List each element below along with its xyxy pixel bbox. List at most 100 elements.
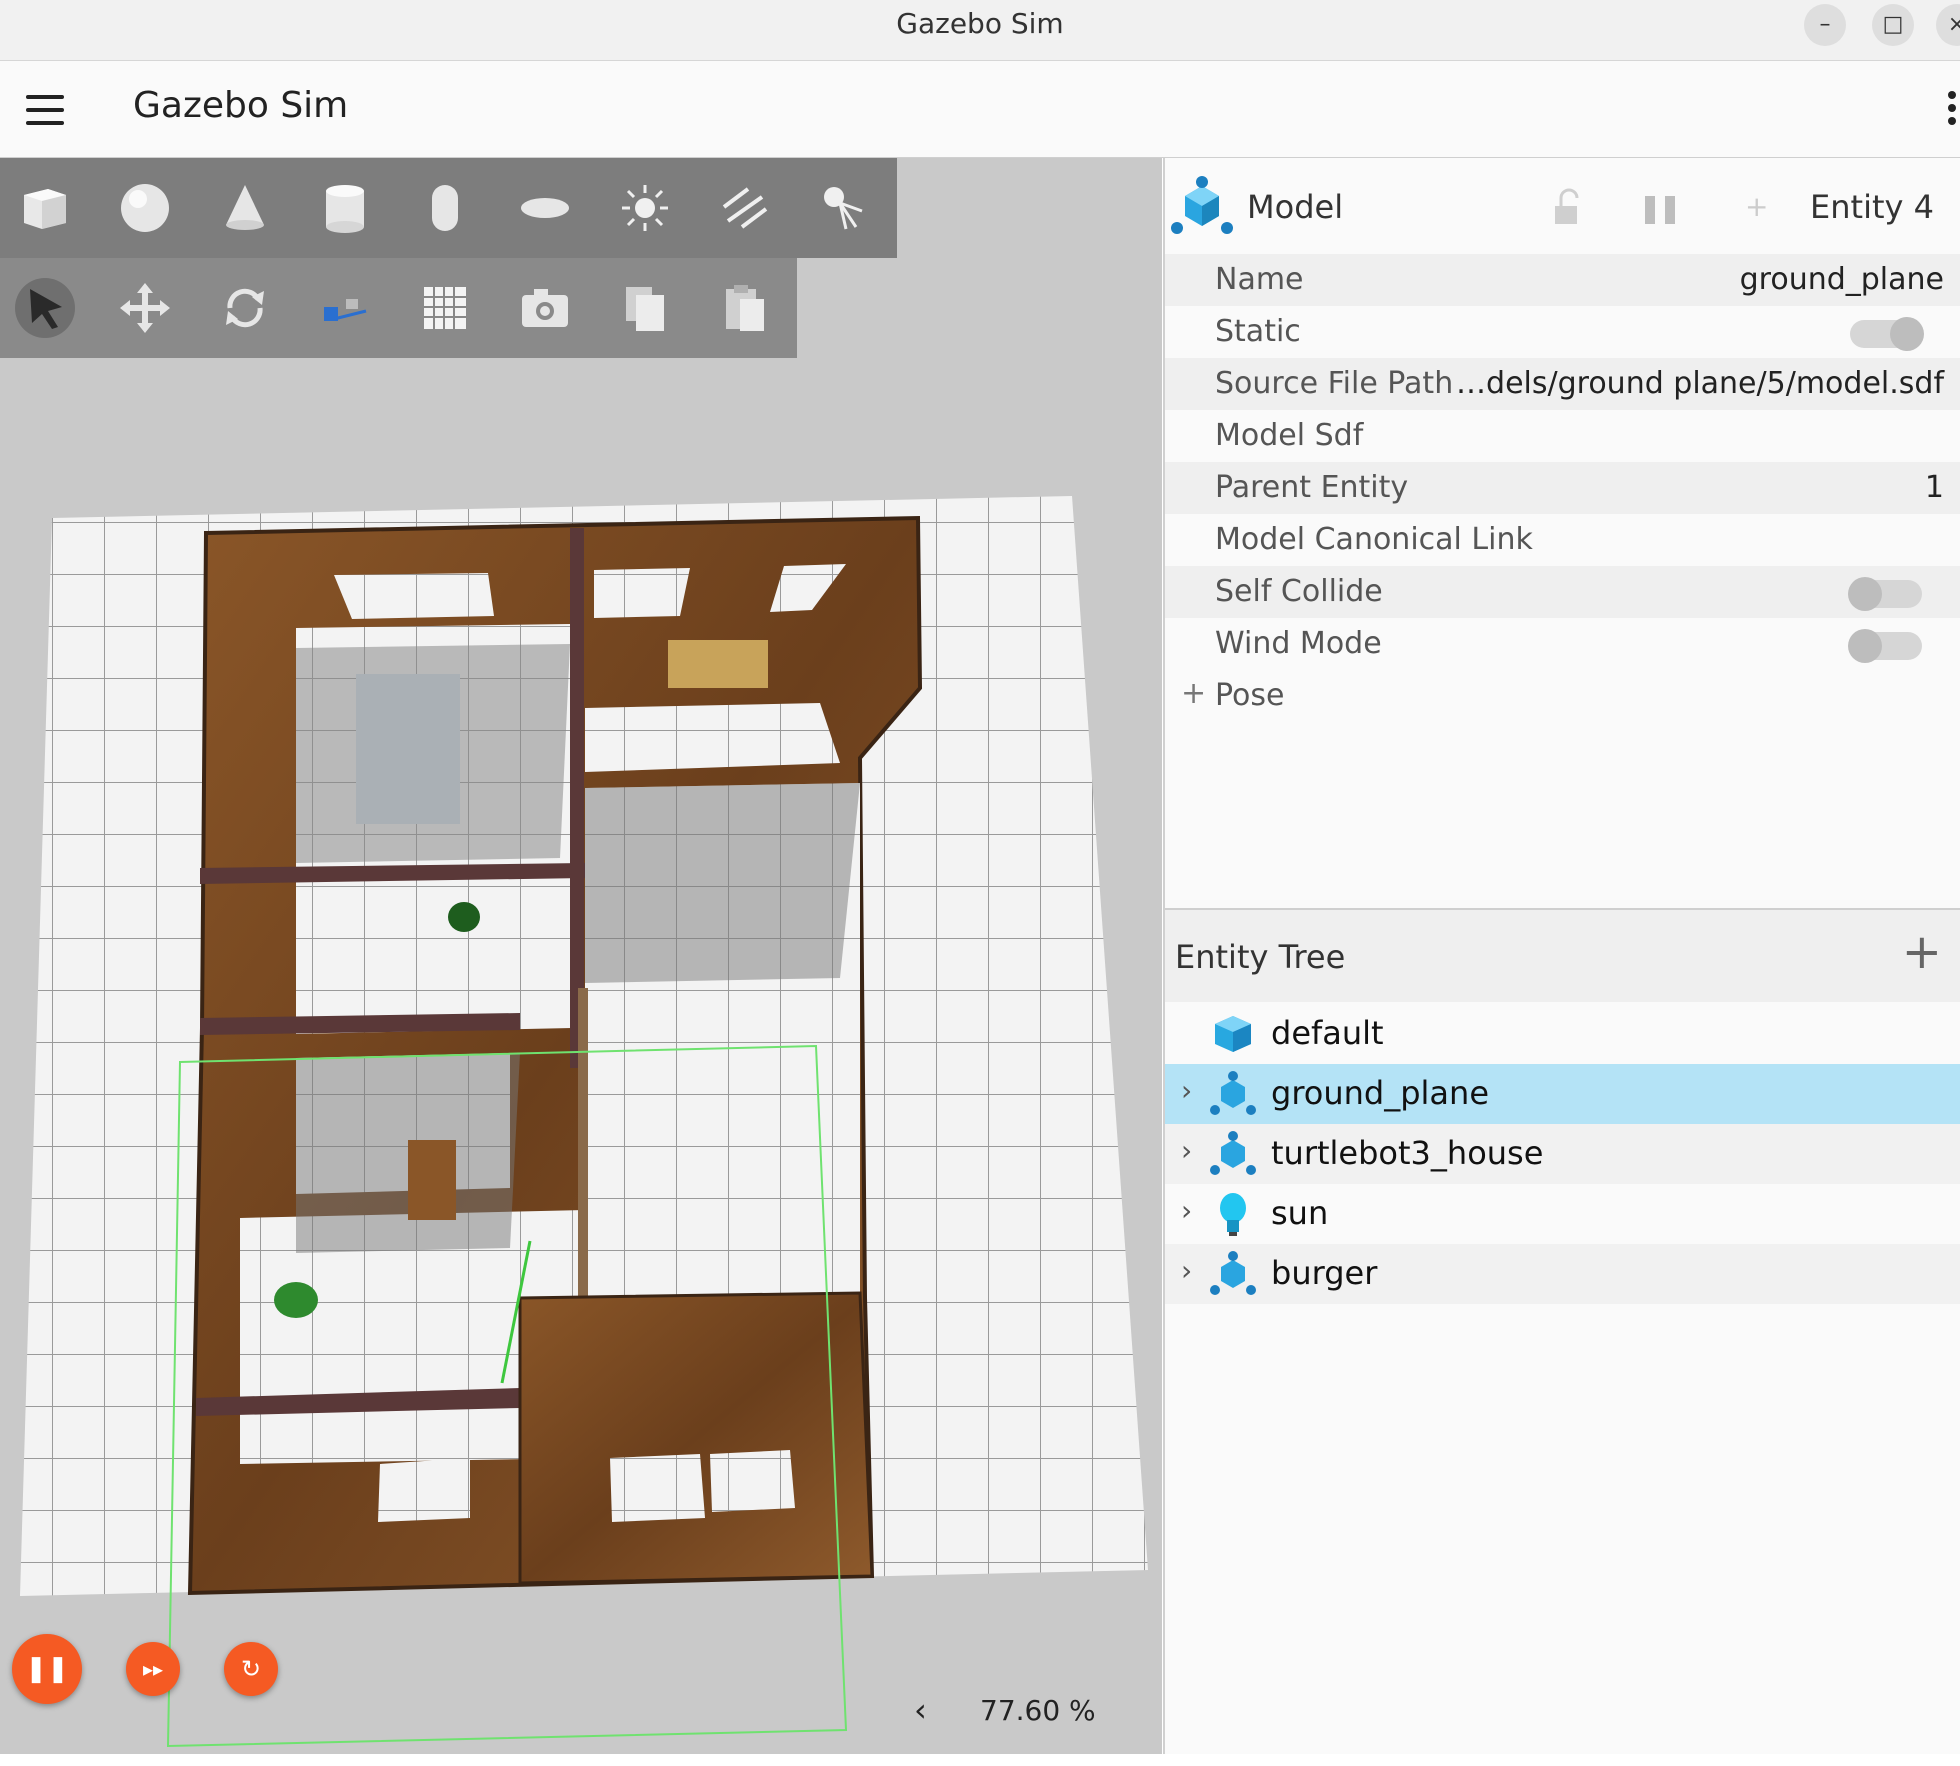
component-row-self-collide: Self Collide — [1165, 566, 1960, 618]
component-row-name: Name ground_plane — [1165, 254, 1960, 306]
expand-pose-icon[interactable]: + — [1181, 676, 1206, 711]
entity-tree-item-turtlebot3-house[interactable]: › turtlebot3_house — [1165, 1124, 1960, 1184]
row-key: Name — [1215, 262, 1304, 297]
parent-entity-value: 1 — [1924, 470, 1944, 505]
chevron-right-icon[interactable]: › — [1181, 1254, 1192, 1287]
ellipsoid-icon[interactable] — [515, 178, 575, 238]
green-object-1 — [448, 902, 480, 932]
rotate-icon[interactable] — [215, 278, 275, 338]
entity-tree-title: Entity Tree — [1175, 938, 1346, 976]
bottom-window-1 — [610, 1454, 705, 1522]
entity-name: default — [1271, 1014, 1384, 1052]
bottom-window-3 — [378, 1458, 470, 1522]
translate-icon[interactable] — [115, 278, 175, 338]
app-bar: Gazebo Sim — [0, 61, 1960, 158]
pose-label: Pose — [1215, 678, 1285, 713]
component-type-label: Model — [1247, 188, 1344, 226]
scene-3d-viewport[interactable]: ❚❚ ▸▸ ↻ ‹ 77.60 % — [0, 158, 1162, 1754]
top-window-1 — [334, 573, 494, 619]
model-icon — [1210, 1131, 1256, 1175]
top-window-2 — [594, 568, 690, 618]
scene-render[interactable] — [0, 158, 1162, 1754]
chevron-right-icon[interactable]: › — [1181, 1194, 1192, 1227]
entity-name: burger — [1271, 1254, 1378, 1292]
green-object-2 — [274, 1282, 318, 1318]
entity-tree-header: Entity Tree + — [1165, 910, 1960, 1002]
wind-mode-toggle[interactable] — [1848, 629, 1922, 663]
row-key: Source File Path — [1215, 366, 1454, 401]
reset-button[interactable]: ↻ — [224, 1642, 278, 1696]
component-row-pose[interactable]: + Pose — [1165, 670, 1960, 722]
model-icon — [1171, 176, 1233, 234]
add-entity-icon[interactable]: + — [1902, 928, 1942, 976]
box-object — [668, 640, 768, 688]
directional-light-icon[interactable] — [715, 178, 775, 238]
wall-c — [570, 528, 584, 1068]
model-icon — [1210, 1071, 1256, 1115]
spot-light-icon[interactable] — [815, 178, 875, 238]
entity-tree-item-default[interactable]: default — [1165, 1004, 1960, 1064]
kebab-menu-icon[interactable] — [1944, 91, 1960, 131]
grid-snap-icon[interactable] — [415, 278, 475, 338]
unlock-icon[interactable] — [1547, 188, 1587, 228]
bottom-window-2 — [710, 1450, 795, 1512]
box-icon[interactable] — [15, 178, 75, 238]
chevron-right-icon[interactable]: › — [1181, 1074, 1192, 1107]
row-key: Static — [1215, 314, 1301, 349]
select-icon[interactable] — [15, 278, 75, 338]
component-row-model-sdf[interactable]: Model Sdf — [1165, 410, 1960, 462]
screenshot-icon[interactable] — [515, 278, 575, 338]
window-titlebar: Gazebo Sim – □ × — [0, 0, 1960, 61]
component-row-model-canonical-link: Model Canonical Link — [1165, 514, 1960, 566]
row-key: Self Collide — [1215, 574, 1383, 609]
pause-updates-icon[interactable] — [1641, 192, 1681, 228]
hamburger-menu-icon[interactable] — [26, 95, 64, 125]
component-row-wind-mode: Wind Mode — [1165, 618, 1960, 670]
stats-collapse-icon[interactable]: ‹ — [914, 1691, 927, 1729]
app-title: Gazebo Sim — [133, 85, 349, 126]
cabinet-object — [408, 1140, 456, 1220]
entity-name: sun — [1271, 1194, 1329, 1232]
step-button[interactable]: ▸▸ — [126, 1642, 180, 1696]
maximize-button[interactable]: □ — [1872, 4, 1914, 46]
paste-icon[interactable] — [715, 278, 775, 338]
static-toggle[interactable] — [1850, 317, 1924, 351]
self-collide-toggle[interactable] — [1848, 577, 1922, 611]
row-key: Wind Mode — [1215, 626, 1382, 661]
component-row-source-file-path: Source File Path …dels/ground plane/5/mo… — [1165, 358, 1960, 410]
cylinder-icon[interactable] — [315, 178, 375, 238]
shadow-2 — [585, 783, 860, 983]
add-component-icon[interactable]: + — [1745, 190, 1768, 223]
entity-tree-item-sun[interactable]: › sun — [1165, 1184, 1960, 1244]
model-icon — [1210, 1251, 1256, 1295]
bottom-room — [518, 1291, 874, 1585]
transform-toolbar — [0, 258, 797, 358]
sphere-icon[interactable] — [115, 178, 175, 238]
shapes-toolbar — [0, 158, 897, 258]
cone-icon[interactable] — [215, 178, 275, 238]
window-title: Gazebo Sim — [896, 7, 1064, 40]
entity-tree-item-burger[interactable]: › burger — [1165, 1244, 1960, 1304]
name-value[interactable]: ground_plane — [1740, 262, 1944, 297]
side-panel: Model + Entity 4 Name ground_plane Stati… — [1163, 158, 1960, 1754]
real-time-factor: 77.60 % — [980, 1694, 1096, 1727]
entity-name: turtlebot3_house — [1271, 1134, 1544, 1172]
component-row-parent-entity: Parent Entity 1 — [1165, 462, 1960, 514]
light-bulb-icon — [1220, 1193, 1246, 1236]
row-key: Model Canonical Link — [1215, 522, 1533, 557]
point-light-icon[interactable] — [615, 178, 675, 238]
source-file-path-value: …dels/ground plane/5/model.sdf — [1456, 366, 1944, 401]
copy-icon[interactable] — [615, 278, 675, 338]
transform-control-icon[interactable] — [315, 278, 375, 338]
world-cube-icon — [1215, 1016, 1251, 1052]
component-inspector-header: Model + Entity 4 — [1165, 158, 1960, 254]
chevron-right-icon[interactable]: › — [1181, 1134, 1192, 1167]
table-object — [356, 674, 460, 824]
component-row-static: Static — [1165, 306, 1960, 358]
row-key: Model Sdf — [1215, 418, 1364, 453]
pause-button[interactable]: ❚❚ — [12, 1634, 82, 1704]
entity-name: ground_plane — [1271, 1074, 1489, 1112]
entity-tree-item-ground-plane[interactable]: › ground_plane — [1165, 1064, 1960, 1124]
capsule-icon[interactable] — [415, 178, 475, 238]
minimize-button[interactable]: – — [1804, 4, 1846, 46]
